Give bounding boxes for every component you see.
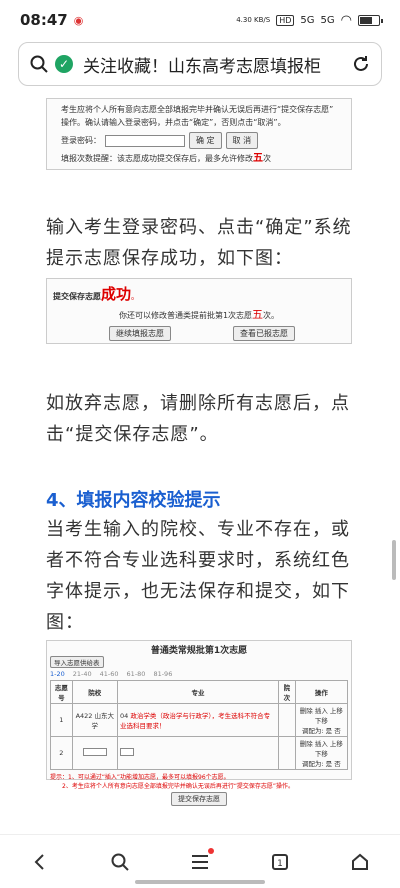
tab: 61-80 [126, 670, 146, 678]
search-icon[interactable] [29, 54, 49, 74]
paragraph-3: 当考生输入的院校、专业不存在，或者不符合专业选科要求时，系统红色字体提示，也无法… [46, 519, 350, 633]
network-speed: 4.30 KB/S [236, 16, 271, 24]
reminder-number: 五 [253, 153, 263, 164]
app-notification-icon: ◉ [73, 13, 84, 27]
search-nav-icon[interactable] [100, 842, 140, 882]
import-button: 导入志愿供给表 [50, 656, 104, 668]
confirm-button: 确 定 [189, 132, 222, 149]
signal-5g-icon-2: 5G [320, 14, 335, 26]
paragraph-1: 输入考生登录密码、点击“确定”系统提示志愿保存成功，如下图： [46, 217, 352, 269]
success-number: 五 [252, 308, 264, 321]
cancel-button: 取 消 [225, 132, 259, 149]
submit-button: 提交保存志愿 [171, 792, 227, 806]
table-header: 专业 [116, 680, 280, 704]
table-header: 志愿号 [50, 680, 73, 704]
success-word: 成功 [101, 285, 132, 303]
hd-icon: HD [276, 14, 295, 26]
row-number: 2 [50, 736, 73, 770]
success-message: 你还可以修改普通类提前批第1次志愿 [118, 311, 253, 320]
home-indicator[interactable] [135, 880, 265, 884]
page-tabs: 1-20 21-40 41-60 61-80 81-96 [50, 670, 348, 678]
reminder-suffix: 次 [263, 154, 271, 163]
table-row: 1 A422 山东大学 04 政治学类（政治学与行政学），考生选科不符合专业选科… [50, 703, 349, 737]
ops-line1: 删除 插入 上移 下移 [299, 740, 343, 758]
tab: 41-60 [99, 670, 119, 678]
security-shield-icon: ✓ [55, 55, 73, 73]
hint-2: 2、考生应将个人所有意向志愿全部填报完毕并确认无误后再进行“提交保存志愿”操作。 [62, 783, 295, 790]
tab: 81-96 [153, 670, 173, 678]
shot1-line2: 操作。确认请输入登录密码，并点击“确定”，否则点击“取消”。 [61, 118, 286, 127]
batch-cell [278, 736, 296, 770]
success-suffix: 次。 [263, 311, 280, 320]
major-cell [116, 736, 280, 770]
screenshot-validation: 普通类常规批第1次志愿 导入志愿供给表 1-20 21-40 41-60 61-… [46, 640, 352, 806]
success-title: 提交保存志愿 [53, 292, 101, 301]
volunteer-table: 志愿号 院校 专业 院次 操作 1 A422 山东大学 04 政治学类（政治学与… [50, 680, 349, 770]
tab: 21-40 [72, 670, 92, 678]
svg-text:1: 1 [277, 859, 283, 869]
table-header: 操作 [294, 680, 349, 704]
password-input [105, 134, 185, 147]
batch-cell [278, 703, 296, 737]
row-number: 1 [50, 703, 73, 737]
school-cell: A422 山东大学 [71, 703, 118, 737]
address-bar[interactable]: ✓ 关注收藏！山东高考志愿填报柜 [18, 42, 382, 86]
school-cell [71, 736, 118, 770]
ops-line2: 调配为: 是 否 [301, 760, 341, 768]
back-icon[interactable] [20, 842, 60, 882]
menu-icon[interactable] [180, 842, 220, 882]
wifi-icon: ◠ [340, 12, 352, 28]
table-header: 院校 [71, 680, 118, 704]
section-heading: 4、填报内容校验提示 [46, 490, 221, 511]
paragraph-2: 如放弃志愿，请删除所有志愿后，点击“提交保存志愿”。 [46, 393, 350, 445]
status-bar: 08:47 ◉ 4.30 KB/S HD 5G 5G ◠ [0, 0, 400, 40]
scrollbar[interactable] [392, 540, 396, 580]
signal-5g-icon: 5G [300, 14, 315, 26]
battery-icon [358, 14, 383, 26]
reminder-text: 填报次数提醒：该志愿成功提交保存后，最多允许修改 [61, 154, 253, 163]
screenshot-password-confirm: 考生应将个人所有意向志愿全部填报完毕并确认无误后再进行“提交保存志愿” 操作。确… [46, 98, 352, 170]
school-name: 山东大学 [91, 712, 114, 730]
home-icon[interactable] [340, 842, 380, 882]
status-icons: 4.30 KB/S HD 5G 5G ◠ [236, 12, 383, 28]
hint-1: 提示：1、可以通过“插入”功能增加志愿，最多可以填报96个志愿。 [50, 774, 230, 781]
ops-cell: 删除 插入 上移 下移调配为: 是 否 [294, 703, 349, 737]
major-cell: 04 政治学类（政治学与行政学），考生选科不符合专业选科目要求！ [116, 703, 280, 737]
success-dot: 。 [131, 292, 140, 301]
tab: 1-20 [50, 670, 65, 678]
refresh-icon[interactable] [351, 54, 371, 74]
url-text[interactable]: 关注收藏！山东高考志愿填报柜 [83, 52, 351, 77]
shot1-line1: 考生应将个人所有意向志愿全部填报完毕并确认无误后再进行“提交保存志愿” [61, 105, 334, 114]
ops-line1: 删除 插入 上移 下移 [299, 707, 343, 725]
major-error: 政治学类（政治学与行政学），考生选科不符合专业选科目要求！ [119, 712, 271, 730]
table-row: 2 删除 插入 上移 下移调配为: 是 否 [50, 736, 349, 770]
ops-cell: 删除 插入 上移 下移调配为: 是 否 [294, 736, 349, 770]
status-time: 08:47 [20, 11, 68, 29]
validation-title: 普通类常规批第1次志愿 [150, 646, 248, 656]
view-button: 查看已报志愿 [233, 326, 295, 341]
article-content: 考生应将个人所有意向志愿全部填报完毕并确认无误后再进行“提交保存志愿” 操作。确… [0, 96, 400, 826]
continue-button: 继续填报志愿 [109, 326, 171, 341]
table-header: 院次 [278, 680, 296, 704]
password-label: 登录密码： [61, 136, 101, 145]
ops-line2: 调配为: 是 否 [301, 727, 341, 735]
notification-dot-icon [208, 847, 214, 854]
school-code: A422 [75, 712, 93, 720]
major-code: 04 [119, 712, 129, 720]
screenshot-save-success: 提交保存志愿成功。 你还可以修改普通类提前批第1次志愿五次。 继续填报志愿 查看… [46, 278, 352, 344]
tabs-icon[interactable]: 1 [260, 842, 300, 882]
